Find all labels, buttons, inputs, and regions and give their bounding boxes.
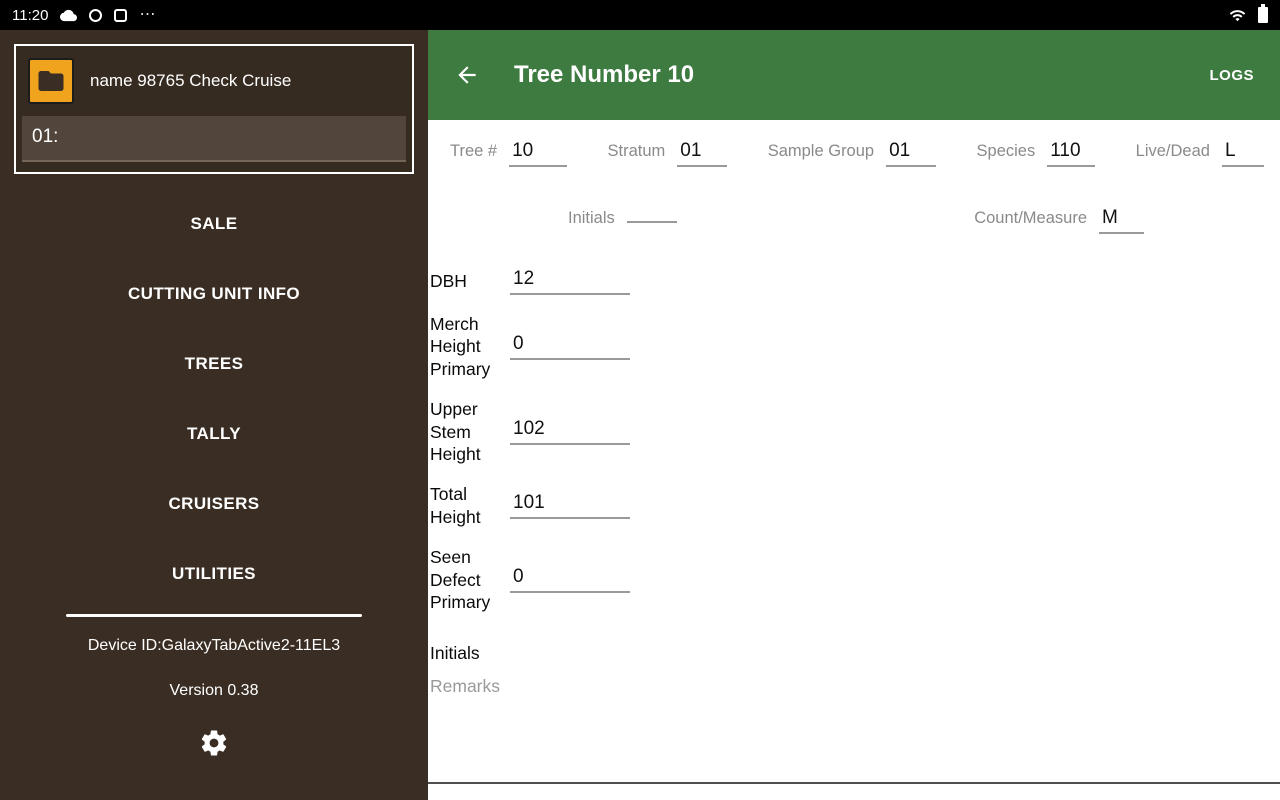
field-upper-stem-height: Upper Stem Height 102: [430, 398, 1280, 465]
upper-stem-height-input[interactable]: 102: [510, 418, 630, 445]
initials-input[interactable]: [627, 199, 677, 223]
status-bar: 11:20 ⋯: [0, 0, 1280, 30]
messenger-icon: [89, 9, 102, 22]
count-measure-label: Count/Measure: [974, 209, 1087, 228]
stratum-label: Stratum: [608, 142, 666, 161]
sidebar-item-cutting-unit-info[interactable]: CUTTING UNIT INFO: [128, 284, 300, 304]
initials-row-label: Initials: [568, 209, 615, 228]
content: name 98765 Check Cruise 01: SALE CUTTING…: [0, 30, 1280, 800]
cloud-icon: [60, 7, 77, 24]
app-bar: Tree Number 10 LOGS: [428, 30, 1280, 120]
battery-icon: [1258, 7, 1268, 23]
tree-form: Tree # 10 Stratum 01 Sample Group 01 Spe…: [428, 120, 1280, 800]
species-label: Species: [977, 142, 1036, 161]
species-input[interactable]: 110: [1047, 140, 1095, 167]
status-time: 11:20: [12, 7, 48, 24]
field-merch-height-primary: Merch Height Primary 0: [430, 313, 1280, 380]
cutting-unit-spinner[interactable]: 01:: [22, 116, 406, 162]
gear-icon[interactable]: [199, 728, 229, 758]
sidebar-menu: SALE CUTTING UNIT INFO TREES TALLY CRUIS…: [128, 214, 300, 584]
sidebar-divider: [66, 614, 362, 617]
remarks-input[interactable]: Remarks: [428, 676, 1280, 697]
more-icon: ⋯: [139, 7, 157, 23]
dbh-label: DBH: [430, 270, 510, 292]
measurement-fields: DBH 12 Merch Height Primary 0 Upper Stem…: [428, 268, 1280, 613]
live-dead-label: Live/Dead: [1136, 142, 1210, 161]
cutting-unit-value: 01:: [32, 126, 58, 147]
initials-label: Initials: [428, 643, 1280, 664]
gallery-icon: [114, 9, 127, 22]
screen: 11:20 ⋯ name 98765 Check Cruise 01:: [0, 0, 1280, 800]
sample-group-input[interactable]: 01: [886, 140, 936, 167]
field-live-dead: Live/Dead L: [1136, 140, 1264, 167]
field-total-height: Total Height 101: [430, 483, 1280, 528]
seen-defect-primary-label: Seen Defect Primary: [430, 546, 510, 613]
bottom-divider: [428, 782, 1280, 784]
device-id: Device ID:GalaxyTabActive2-11EL3: [88, 637, 340, 655]
merch-height-primary-label: Merch Height Primary: [430, 313, 510, 380]
tree-number-input[interactable]: 10: [509, 140, 567, 167]
logs-button[interactable]: LOGS: [1209, 67, 1254, 84]
tree-number-label: Tree #: [450, 142, 497, 161]
wifi-icon: [1229, 7, 1246, 24]
total-height-input[interactable]: 101: [510, 492, 630, 519]
field-dbh: DBH 12: [430, 268, 1280, 295]
field-sample-group: Sample Group 01: [768, 140, 936, 167]
dbh-input[interactable]: 12: [510, 268, 630, 295]
field-seen-defect-primary: Seen Defect Primary 0: [430, 546, 1280, 613]
sidebar: name 98765 Check Cruise 01: SALE CUTTING…: [0, 30, 428, 800]
sale-name: name 98765 Check Cruise: [90, 71, 291, 91]
folder-icon: [28, 58, 74, 104]
sidebar-item-trees[interactable]: TREES: [185, 354, 244, 374]
page-title: Tree Number 10: [514, 61, 694, 89]
sale-header: name 98765 Check Cruise: [16, 46, 412, 114]
merch-height-primary-input[interactable]: 0: [510, 333, 630, 360]
top-field-row: Tree # 10 Stratum 01 Sample Group 01 Spe…: [428, 120, 1280, 167]
sidebar-item-cruisers[interactable]: CRUISERS: [168, 494, 259, 514]
stratum-input[interactable]: 01: [677, 140, 727, 167]
field-count-measure: Count/Measure M: [974, 207, 1144, 234]
sale-selector[interactable]: name 98765 Check Cruise 01:: [14, 44, 414, 174]
field-species: Species 110: [977, 140, 1096, 167]
sample-group-label: Sample Group: [768, 142, 874, 161]
field-tree-number: Tree # 10: [450, 140, 567, 167]
count-measure-input[interactable]: M: [1099, 207, 1144, 234]
sidebar-item-tally[interactable]: TALLY: [187, 424, 241, 444]
field-stratum: Stratum 01: [608, 140, 728, 167]
total-height-label: Total Height: [430, 483, 510, 528]
sidebar-item-utilities[interactable]: UTILITIES: [172, 564, 256, 584]
upper-stem-height-label: Upper Stem Height: [430, 398, 510, 465]
second-field-row: Initials Count/Measure M: [428, 199, 1280, 234]
field-initials: Initials: [568, 199, 677, 228]
seen-defect-primary-input[interactable]: 0: [510, 566, 630, 593]
sidebar-item-sale[interactable]: SALE: [191, 214, 238, 234]
main-panel: Tree Number 10 LOGS Tree # 10 Stratum 01…: [428, 30, 1280, 800]
version-label: Version 0.38: [170, 682, 259, 700]
live-dead-input[interactable]: L: [1222, 140, 1264, 167]
back-button[interactable]: [454, 62, 480, 88]
